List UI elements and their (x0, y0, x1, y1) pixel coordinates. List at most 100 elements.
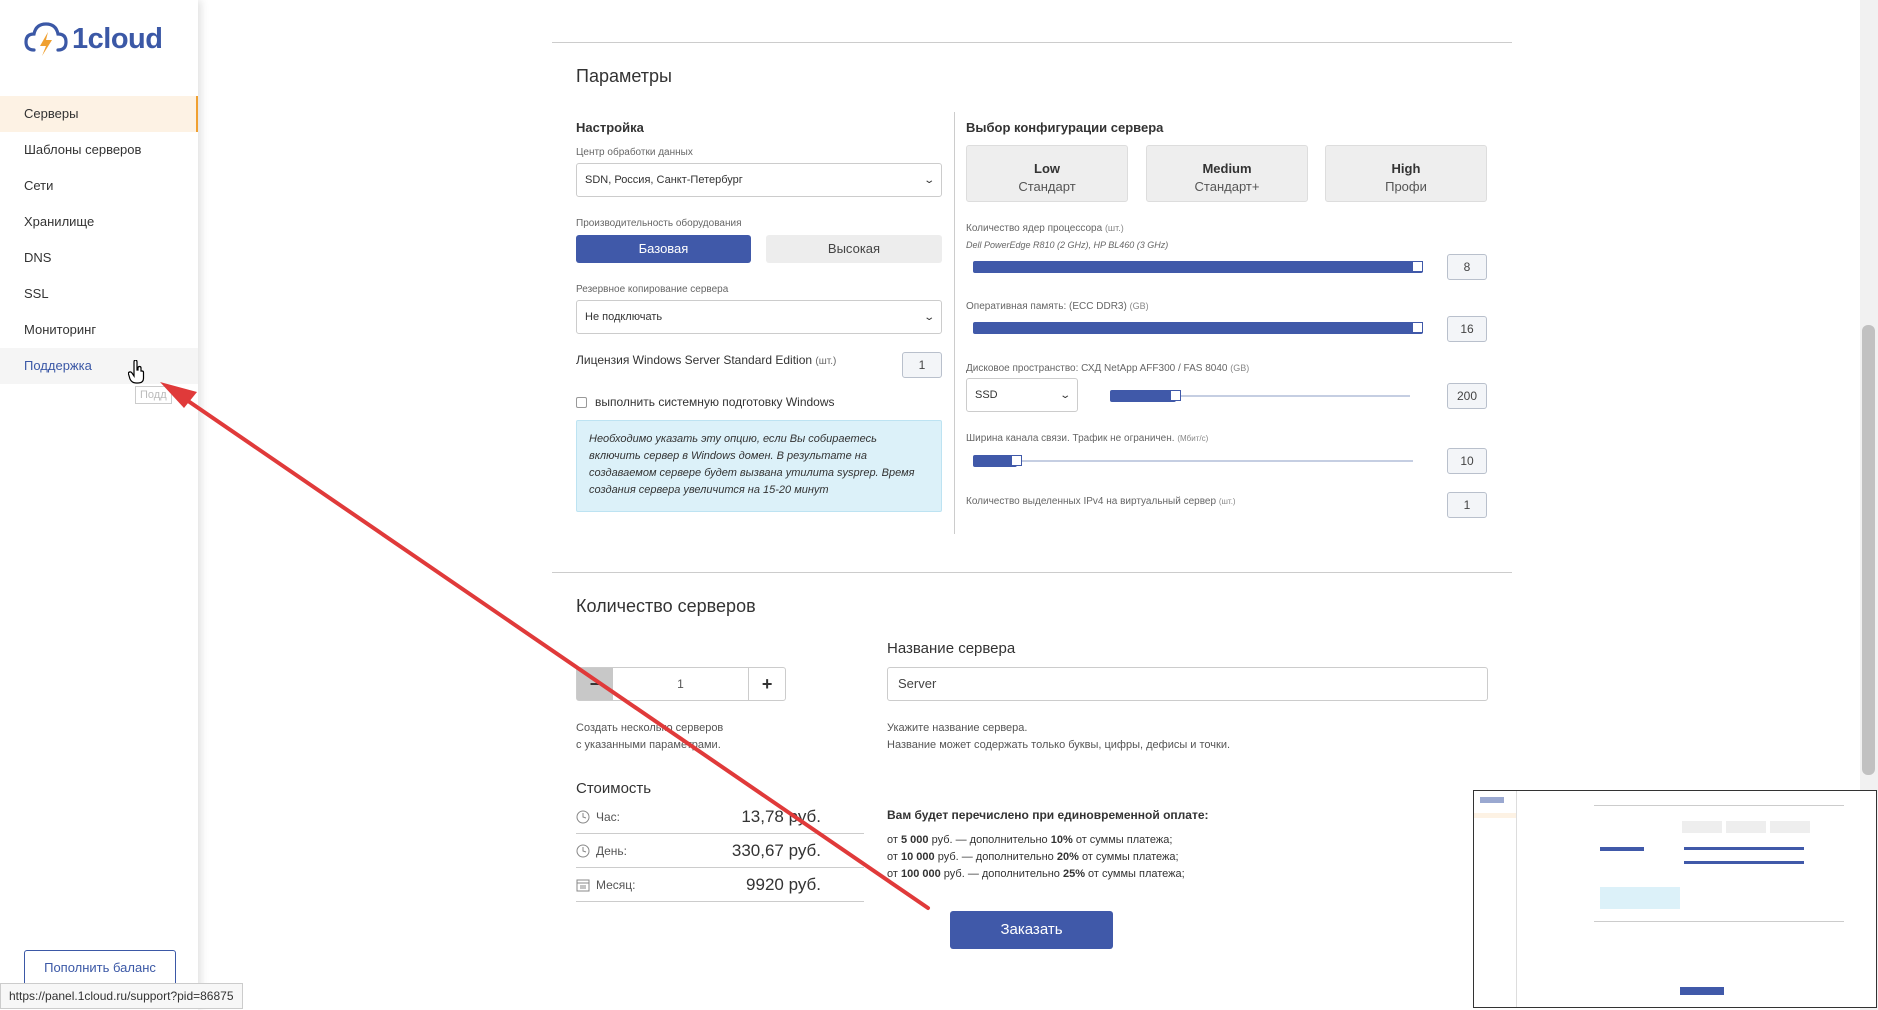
sysprep-label: выполнить системную подготовку Windows (595, 395, 835, 409)
server-name-input[interactable]: Server (887, 667, 1488, 701)
config-title: Выбор конфигурации сервера (966, 120, 1164, 135)
slider-knob[interactable] (1011, 455, 1022, 466)
performance-high-button[interactable]: Высокая (766, 235, 942, 263)
cost-hour-label: Час: (596, 809, 621, 824)
performance-label: Производительность оборудования (576, 218, 742, 229)
sidebar-item-storage[interactable]: Хранилище (0, 204, 198, 240)
quantity-input[interactable]: 1 (613, 668, 748, 700)
bonus-suffix: от суммы платежа; (1072, 834, 1173, 846)
preset-low-card[interactable]: Low Стандарт (966, 145, 1128, 202)
license-label-wrap: Лицензия Windows Server Standard Edition… (576, 353, 836, 367)
preview-card (1726, 821, 1766, 833)
performance-basic-button[interactable]: Базовая (576, 235, 751, 263)
slider-knob[interactable] (1412, 261, 1423, 272)
bandwidth-slider[interactable] (973, 454, 1413, 468)
sidebar-item-support[interactable]: Поддержка (0, 348, 198, 384)
cpu-unit: (шт.) (1104, 223, 1124, 233)
bandwidth-label: Ширина канала связи. Трафик не ограничен… (966, 433, 1175, 444)
disk-unit: (GB) (1230, 363, 1250, 373)
bandwidth-label-wrap: Ширина канала связи. Трафик не ограничен… (966, 433, 1208, 444)
cost-row-month: Месяц: 9920 руб. (576, 868, 864, 902)
sidebar-item-monitoring[interactable]: Мониторинг (0, 312, 198, 348)
top-up-balance-button[interactable]: Пополнить баланс (24, 950, 176, 986)
disk-value-input[interactable]: 200 (1447, 383, 1487, 409)
preset-high-type: Профи (1385, 179, 1427, 194)
sidebar-item-servers[interactable]: Серверы (0, 96, 198, 132)
setup-title: Настройка (576, 120, 644, 135)
bonus-prefix: от (887, 851, 901, 863)
backup-select[interactable]: Не подключать ⌄ (576, 300, 942, 334)
disk-type-select[interactable]: SSD ⌄ (966, 378, 1078, 412)
cpu-label: Количество ядер процессора (966, 223, 1103, 234)
cpu-slider[interactable] (973, 260, 1423, 274)
tooltip: Подд (135, 386, 172, 404)
slider-knob[interactable] (1412, 322, 1423, 333)
backup-value: Не подключать (585, 311, 663, 323)
server-name-hint-line1: Укажите название сервера. (887, 722, 1028, 734)
preset-high-card[interactable]: High Профи (1325, 145, 1487, 202)
preview-order-button (1680, 987, 1724, 995)
sidebar-item-dns[interactable]: DNS (0, 240, 198, 276)
datacenter-label: Центр обработки данных (576, 147, 693, 158)
chevron-down-icon: ⌄ (922, 311, 935, 323)
order-button[interactable]: Заказать (950, 911, 1113, 949)
preset-low-name: Low (1034, 161, 1060, 176)
column-divider (954, 112, 955, 534)
preset-medium-card[interactable]: Medium Стандарт+ (1146, 145, 1308, 202)
preview-slider (1684, 847, 1804, 850)
cloud-logo-icon (24, 22, 68, 56)
preset-medium-type: Стандарт+ (1194, 179, 1260, 194)
bandwidth-value-input[interactable]: 10 (1447, 448, 1487, 474)
quantity-plus-button[interactable]: + (748, 668, 785, 700)
page-preview-thumbnail (1473, 790, 1877, 1008)
hand-cursor-icon (128, 360, 145, 384)
calendar-icon (576, 879, 590, 891)
scrollbar-thumb[interactable] (1862, 325, 1875, 775)
slider-knob[interactable] (1170, 390, 1181, 401)
cpu-note: Dell PowerEdge R810 (2 GHz), HP BL460 (3… (966, 240, 1169, 250)
ram-label: Оперативная память: (ECC DDR3) (966, 301, 1127, 312)
sidebar-item-ssl[interactable]: SSL (0, 276, 198, 312)
bonus-suffix: от суммы платежа; (1078, 851, 1179, 863)
ipv4-value-input[interactable]: 1 (1447, 492, 1487, 518)
cost-month-value: 9920 руб. (746, 874, 821, 894)
datacenter-value: SDN, Россия, Санкт-Петербург (585, 174, 743, 186)
logo[interactable]: 1cloud (24, 20, 163, 58)
bonus-line: от 100 000 руб. — дополнительно 25% от с… (887, 866, 1185, 883)
bonus-prefix: от (887, 868, 901, 880)
sysprep-info-box: Необходимо указать эту опцию, если Вы со… (576, 420, 942, 512)
bonus-line: от 10 000 руб. — дополнительно 20% от су… (887, 849, 1185, 866)
divider (552, 572, 1512, 573)
disk-label-wrap: Дисковое пространство: СХД NetApp AFF300… (966, 363, 1249, 374)
sidebar-item-networks[interactable]: Сети (0, 168, 198, 204)
quantity-minus-button[interactable]: − (577, 668, 613, 700)
slider-track (973, 460, 1413, 462)
chevron-down-icon: ⌄ (1058, 389, 1071, 401)
license-count-input[interactable]: 1 (902, 352, 942, 378)
quantity-hint-line1: Создать несколько серверов (576, 722, 724, 734)
quantity-hint-line2: с указанными параметрами. (576, 739, 721, 751)
slider-fill (973, 322, 1423, 334)
datacenter-select[interactable]: SDN, Россия, Санкт-Петербург ⌄ (576, 163, 942, 197)
ram-unit: (GB) (1129, 301, 1149, 311)
ipv4-label: Количество выделенных IPv4 на виртуальны… (966, 496, 1217, 507)
sidebar-item-templates[interactable]: Шаблоны серверов (0, 132, 198, 168)
bonus-amount: 10 000 (900, 851, 935, 863)
bonus-percent: 10% (1050, 834, 1073, 846)
sysprep-checkbox[interactable] (576, 396, 587, 408)
slider-fill (973, 261, 1423, 273)
bonus-percent: 20% (1056, 851, 1079, 863)
cpu-value-input[interactable]: 8 (1447, 254, 1487, 280)
status-url: https://panel.1cloud.ru/support?pid=8687… (0, 983, 243, 1009)
ipv4-unit: (шт.) (1218, 497, 1236, 506)
ram-value-input[interactable]: 16 (1447, 316, 1487, 342)
ram-slider[interactable] (973, 321, 1423, 335)
bonus-mid: руб. — дополнительно (928, 834, 1051, 846)
preview-divider (1594, 805, 1844, 806)
bonus-list: от 5 000 руб. — дополнительно 10% от сум… (887, 832, 1185, 883)
preview-sidebar (1474, 791, 1517, 1007)
clock-icon (576, 810, 590, 823)
server-name-hint: Укажите название сервера. Название может… (887, 720, 1230, 754)
disk-slider[interactable] (1110, 389, 1410, 403)
chevron-down-icon: ⌄ (922, 174, 935, 186)
